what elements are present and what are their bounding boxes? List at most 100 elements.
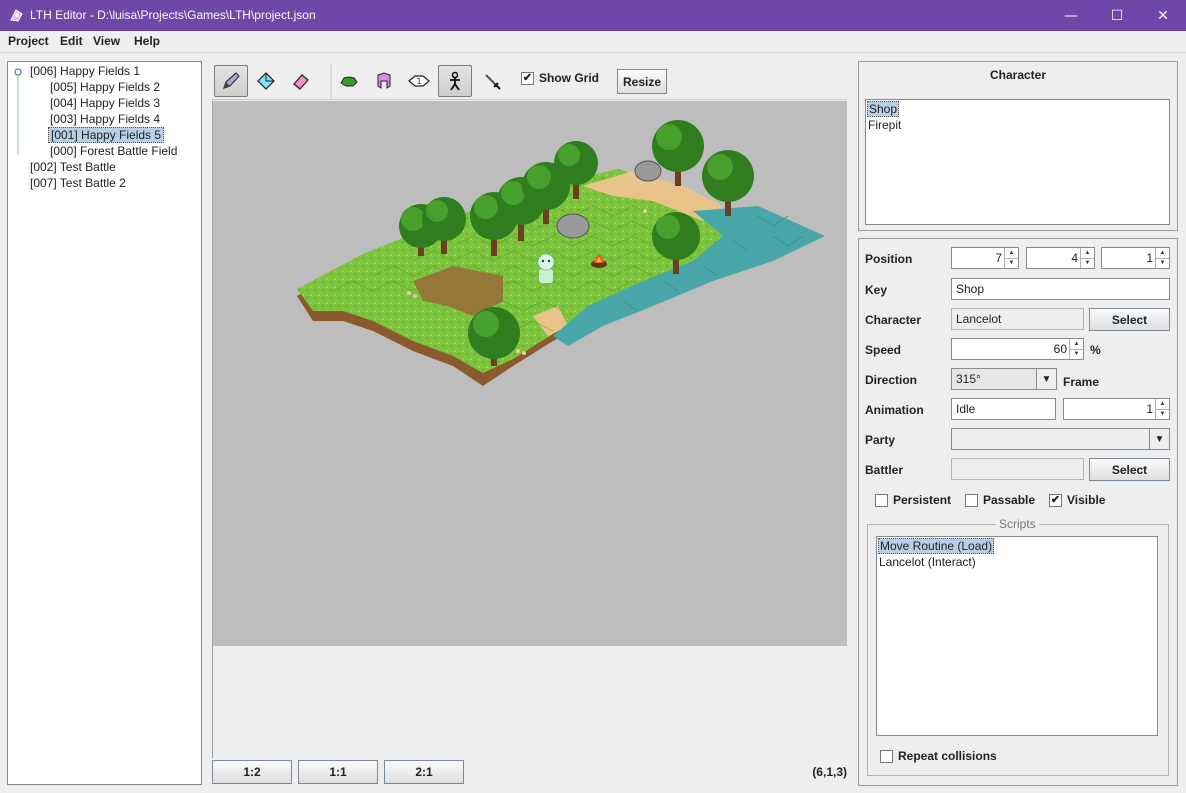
title-bar: LTH Editor - D:\luisa\Projects\Games\LTH…	[0, 0, 1186, 31]
list-item-selected[interactable]: Shop	[867, 101, 900, 117]
tool-bar: 1 ✔ Show Grid Resize	[212, 62, 847, 100]
zoom-double-button[interactable]: 2:1	[384, 760, 464, 784]
menu-help[interactable]: Help	[134, 34, 160, 48]
map-view	[297, 120, 825, 386]
select-character-button[interactable]: Select	[1089, 308, 1170, 331]
show-grid-checkbox[interactable]: ✔	[521, 71, 534, 85]
region-icon: 1	[408, 75, 430, 87]
position-label: Position	[865, 252, 913, 266]
tree-item-selected[interactable]: [001] Happy Fields 5	[48, 127, 165, 143]
character-properties: Position 7 ▲ ▼ 4 ▲ ▼ 1 ▲ ▼ Key Shop Charact…	[858, 238, 1178, 786]
speed-unit: %	[1090, 343, 1101, 357]
menu-view[interactable]: View	[93, 34, 120, 48]
terrain-tool-button[interactable]	[332, 65, 366, 97]
list-item-selected[interactable]: Move Routine (Load)	[878, 538, 995, 554]
spinner-arrows[interactable]: ▲ ▼	[1080, 248, 1094, 268]
eraser-tool-button[interactable]	[284, 65, 318, 97]
animation-label: Animation	[865, 403, 924, 417]
key-field[interactable]: Shop	[951, 278, 1170, 300]
speed-spinner[interactable]: 60 ▲ ▼	[951, 338, 1084, 360]
maximize-button[interactable]: ☐	[1094, 0, 1140, 31]
speed-label: Speed	[865, 343, 902, 357]
obstacle-tool-button[interactable]	[367, 65, 401, 97]
tree-item[interactable]: [000] Forest Battle Field	[48, 143, 179, 159]
tree-item[interactable]: [004] Happy Fields 3	[48, 95, 162, 111]
spinner-arrows[interactable]: ▲ ▼	[1155, 399, 1169, 419]
eraser-icon	[293, 74, 309, 90]
minimize-button[interactable]: —	[1048, 0, 1094, 31]
persistent-checkbox[interactable]	[875, 493, 888, 507]
svg-text:1: 1	[416, 77, 421, 86]
party-combo[interactable]: ▼	[951, 428, 1170, 450]
canvas-background	[212, 646, 847, 758]
tree-item[interactable]: [007] Test Battle 2	[28, 175, 128, 191]
visible-toggle[interactable]: ✔ Visible	[1049, 493, 1105, 507]
pencil-tool-button[interactable]	[214, 65, 248, 97]
visible-label: Visible	[1067, 493, 1106, 507]
chevron-down-icon[interactable]: ▼	[1149, 429, 1169, 449]
position-x-value: 7	[995, 251, 1002, 265]
repeat-collisions-label: Repeat collisions	[898, 749, 997, 763]
party-label: Party	[865, 433, 896, 447]
window-title: LTH Editor - D:\luisa\Projects\Games\LTH…	[30, 8, 316, 22]
spinner-arrows[interactable]: ▲ ▼	[1155, 248, 1169, 268]
tree-lines	[14, 68, 22, 155]
show-grid-toggle[interactable]: ✔ Show Grid	[521, 71, 599, 85]
spinner-arrows[interactable]: ▲ ▼	[1004, 248, 1018, 268]
resize-button[interactable]: Resize	[617, 69, 667, 94]
bucket-icon	[257, 72, 275, 90]
character-tool-button[interactable]	[438, 65, 472, 97]
key-label: Key	[865, 283, 888, 297]
direction-label: Direction	[865, 373, 918, 387]
character-icon	[450, 71, 460, 91]
tree-item[interactable]: [003] Happy Fields 4	[48, 111, 162, 127]
persistent-label: Persistent	[893, 493, 952, 507]
speed-value: 60	[1053, 342, 1067, 356]
scripts-list[interactable]: Move Routine (Load) Lancelot (Interact)	[876, 536, 1158, 736]
battler-field	[951, 458, 1084, 480]
repeat-collisions-checkbox[interactable]	[880, 749, 893, 763]
tree-item[interactable]: [005] Happy Fields 2	[48, 79, 162, 95]
app-icon	[10, 9, 23, 22]
direction-combo[interactable]: 315° ▼	[951, 368, 1057, 390]
tree-item[interactable]: [002] Test Battle	[28, 159, 118, 175]
position-y-spinner[interactable]: 4 ▲ ▼	[1026, 247, 1095, 269]
scripts-title: Scripts	[996, 517, 1039, 531]
passable-toggle[interactable]: Passable	[965, 493, 1035, 507]
character-list[interactable]: Shop Firepit	[865, 99, 1170, 225]
direction-value: 315°	[956, 372, 981, 386]
zoom-half-button[interactable]: 1:2	[212, 760, 292, 784]
frame-spinner[interactable]: 1 ▲ ▼	[1063, 398, 1170, 420]
menu-edit[interactable]: Edit	[60, 34, 83, 48]
close-button[interactable]: ✕	[1140, 0, 1186, 31]
battler-label: Battler	[865, 463, 904, 477]
zoom-bar: 1:2 1:1 2:1 (6,1,3)	[212, 758, 847, 786]
persistent-toggle[interactable]: Persistent	[875, 493, 951, 507]
bucket-tool-button[interactable]	[249, 65, 283, 97]
character-field: Lancelot	[951, 308, 1084, 330]
position-x-spinner[interactable]: 7 ▲ ▼	[951, 247, 1019, 269]
passable-checkbox[interactable]	[965, 493, 978, 507]
frame-label: Frame	[1063, 375, 1100, 389]
select-battler-button[interactable]: Select	[1089, 458, 1170, 481]
spinner-arrows[interactable]: ▲ ▼	[1069, 339, 1083, 359]
battler-tool-button[interactable]	[475, 65, 509, 97]
field-tree[interactable]: [006] Happy Fields 1 [005] Happy Fields …	[7, 61, 202, 785]
region-tool-button[interactable]: 1	[402, 65, 436, 97]
obstacle-icon	[377, 72, 391, 89]
menu-project[interactable]: Project	[8, 34, 49, 48]
position-z-spinner[interactable]: 1 ▲ ▼	[1101, 247, 1170, 269]
map-canvas[interactable]	[212, 101, 847, 646]
position-y-value: 4	[1071, 251, 1078, 265]
position-z-value: 1	[1146, 251, 1153, 265]
tree-item[interactable]: [006] Happy Fields 1	[28, 63, 142, 79]
zoom-one-button[interactable]: 1:1	[298, 760, 378, 784]
visible-checkbox[interactable]: ✔	[1049, 493, 1062, 507]
animation-field[interactable]: Idle	[951, 398, 1056, 420]
repeat-collisions-toggle[interactable]: Repeat collisions	[880, 749, 997, 763]
chevron-down-icon[interactable]: ▼	[1036, 369, 1056, 389]
passable-label: Passable	[983, 493, 1036, 507]
list-item[interactable]: Firepit	[867, 117, 902, 133]
list-item[interactable]: Lancelot (Interact)	[878, 554, 977, 570]
panel-header: Character	[989, 67, 1047, 82]
